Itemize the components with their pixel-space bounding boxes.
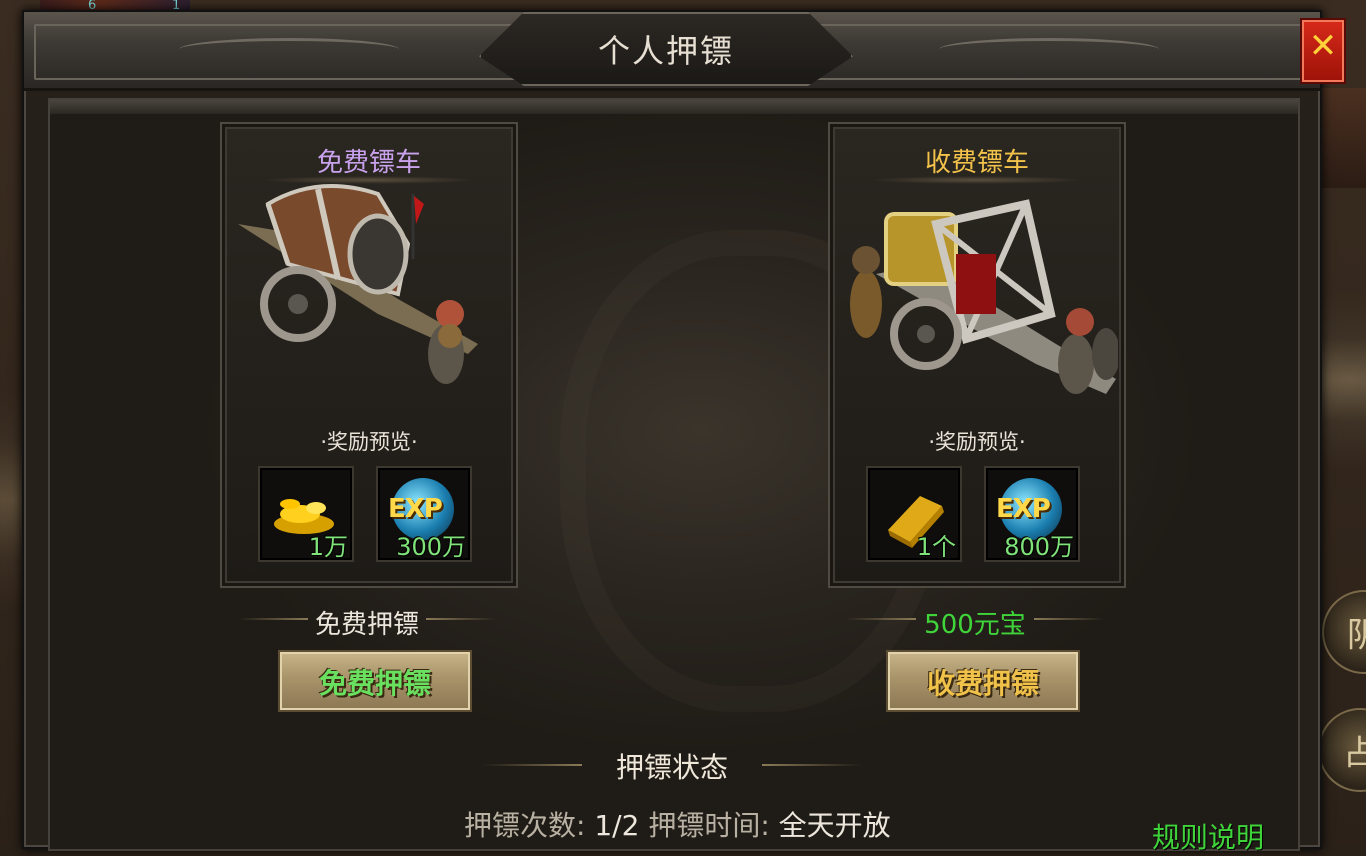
- title-plate: 个人押镖: [479, 12, 853, 86]
- dragon-ornament-icon: [939, 38, 1159, 61]
- panel-titlebar: 个人押镖: [24, 12, 1320, 91]
- reward-slot[interactable]: 1万: [258, 466, 354, 562]
- free-cart-card: 免费镖车 ·奖励预览· 1万 EXP 300万: [220, 122, 518, 588]
- escort-status-title: 押镖状态: [615, 751, 728, 784]
- escort-panel: 个人押镖 免费镖车 ·奖励预览· 1万 EXP 300万 收费镖车 ·奖励预览·…: [22, 10, 1322, 854]
- hud-right-strip: [1318, 88, 1366, 188]
- free-cart-image: [238, 184, 478, 384]
- escort-count-value: 1/2: [594, 809, 640, 842]
- reward-amount: 800万: [1004, 533, 1074, 561]
- side-menu-button-label: 阴: [1347, 608, 1366, 657]
- rules-link[interactable]: 规则说明: [1152, 816, 1264, 856]
- panel-title: 个人押镖: [597, 32, 734, 70]
- dragon-ornament-icon: [179, 38, 399, 61]
- paid-escort-button-label: 收费押镖: [926, 667, 1039, 700]
- reward-slot[interactable]: EXP 300万: [376, 466, 472, 562]
- free-reward-preview-label: ·奖励预览·: [320, 430, 418, 454]
- free-escort-button-label: 免费押镖: [318, 667, 431, 700]
- escort-status-line: 押镖次数: 1/2 押镖时间: 全天开放: [464, 804, 891, 844]
- exp-icon-label: EXP: [996, 494, 1051, 524]
- paid-reward-preview-label: ·奖励预览·: [928, 430, 1026, 454]
- reward-slot[interactable]: 1个: [866, 466, 962, 562]
- paid-cost-row: 500元宝: [846, 604, 1104, 640]
- reward-amount: 300万: [396, 533, 466, 561]
- paid-cart-card: 收费镖车 ·奖励预览· 1个 EXP 800万: [828, 122, 1126, 588]
- reward-amount: 1个: [916, 533, 956, 561]
- free-escort-button[interactable]: 免费押镖: [278, 650, 472, 712]
- exp-icon-label: EXP: [388, 494, 443, 524]
- close-icon: ✕: [1308, 26, 1338, 66]
- free-cost-label: 免费押镖: [314, 610, 419, 640]
- close-button[interactable]: ✕: [1300, 18, 1346, 84]
- free-cost-row: 免费押镖: [238, 604, 496, 640]
- reward-slot[interactable]: EXP 800万: [984, 466, 1080, 562]
- paid-escort-button[interactable]: 收费押镖: [886, 650, 1080, 712]
- escort-count-label: 押镖次数:: [464, 809, 586, 842]
- paid-cart-image: [850, 199, 1118, 394]
- paid-cost-label: 500元宝: [924, 610, 1026, 640]
- escort-time-label: 押镖时间:: [648, 809, 770, 842]
- side-menu-button-label: 占: [1343, 726, 1366, 775]
- escort-time-value: 全天开放: [778, 809, 891, 842]
- reward-amount: 1万: [308, 533, 348, 561]
